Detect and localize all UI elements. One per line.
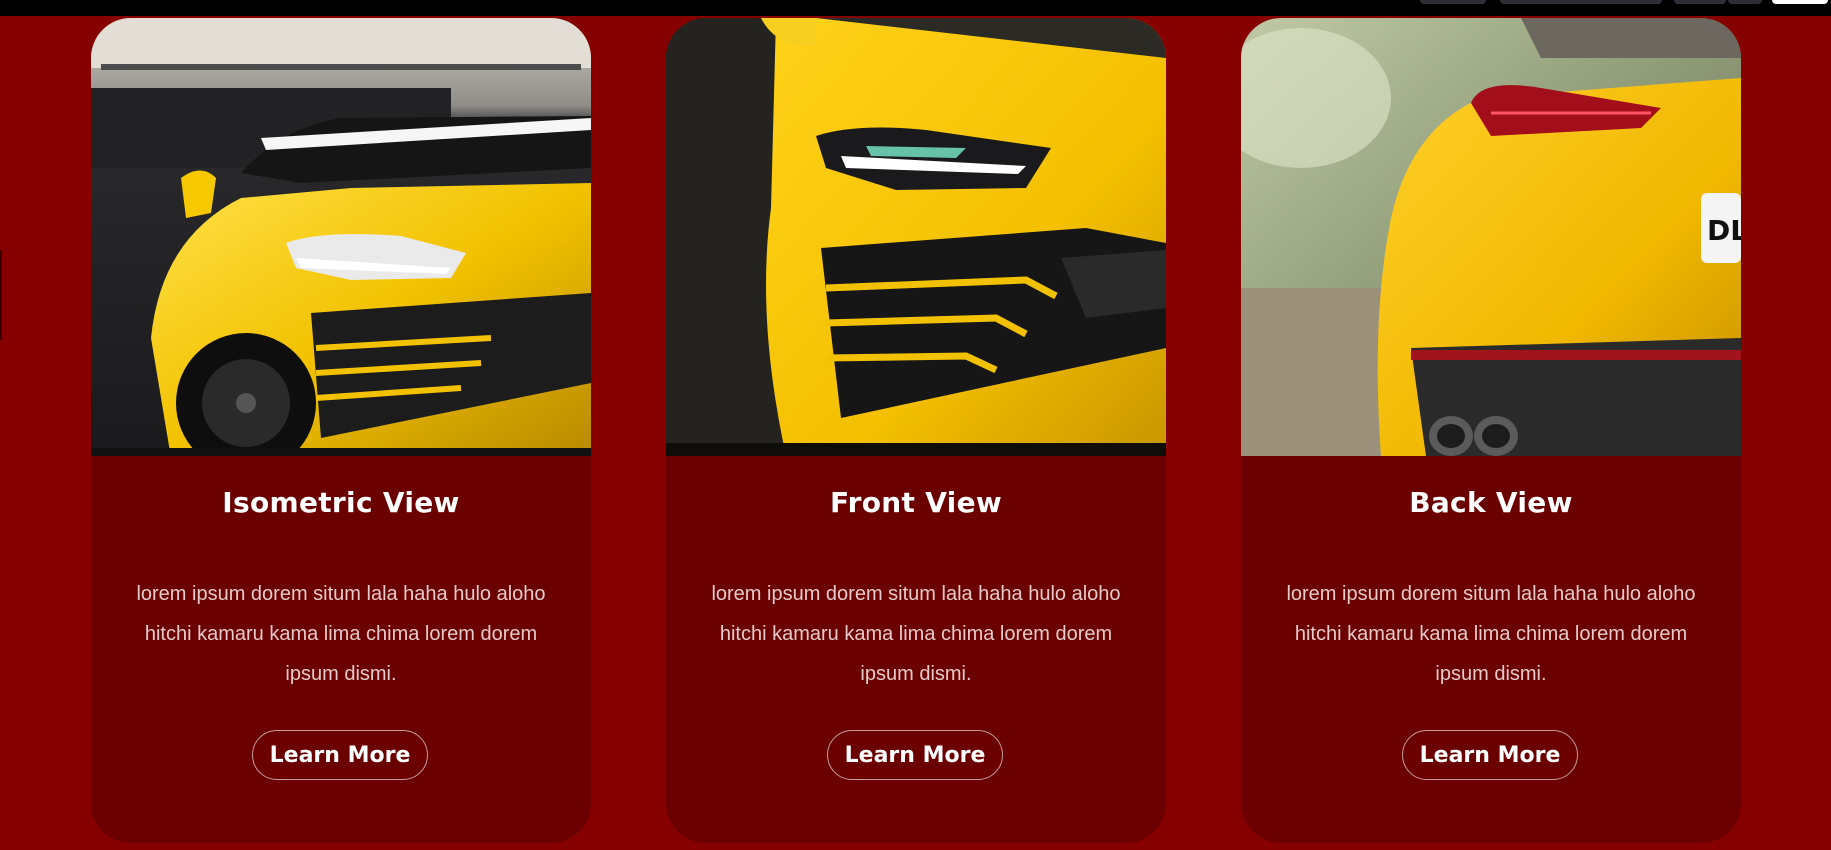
learn-more-button[interactable]: Learn More	[252, 730, 428, 780]
card-description: lorem ipsum dorem situm lala haha hulo a…	[711, 583, 1121, 685]
card-image	[666, 18, 1166, 456]
card-description: lorem ipsum dorem situm lala haha hulo a…	[136, 583, 546, 685]
card-back-view: DL Back View lorem ipsum dorem situm lal…	[1241, 18, 1741, 843]
yellow-suv-rear-photo: DL	[1241, 18, 1741, 456]
yellow-suv-front-photo	[666, 18, 1166, 456]
learn-more-button[interactable]: Learn More	[1402, 730, 1578, 780]
card-title: Isometric View	[222, 486, 460, 519]
yellow-suv-isometric-photo	[91, 18, 591, 456]
card-description: lorem ipsum dorem situm lala haha hulo a…	[1286, 583, 1696, 685]
card-title: Back View	[1409, 486, 1573, 519]
svg-text:DL: DL	[1707, 214, 1741, 247]
card-title: Front View	[829, 486, 1003, 519]
card-isometric-view: Isometric View lorem ipsum dorem situm l…	[91, 18, 591, 843]
card-row: Isometric View lorem ipsum dorem situm l…	[0, 0, 1831, 850]
learn-more-button[interactable]: Learn More	[827, 730, 1003, 780]
card-front-view: Front View lorem ipsum dorem situm lala …	[666, 18, 1166, 843]
card-image	[91, 18, 591, 456]
card-image: DL	[1241, 18, 1741, 456]
